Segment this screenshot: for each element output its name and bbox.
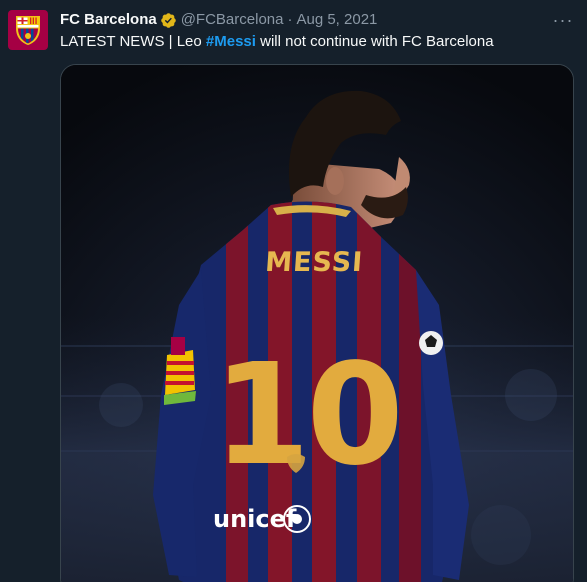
messi-photo: MESSI 10 unicef bbox=[61, 65, 573, 582]
tweet-text: LATEST NEWS | Leo #Messi will not contin… bbox=[60, 32, 567, 52]
jersey-number-text: 10 bbox=[213, 334, 400, 497]
fc-barcelona-crest-icon bbox=[16, 16, 40, 45]
verified-badge-icon[interactable] bbox=[160, 12, 177, 29]
tweet-text-prefix: LATEST NEWS | Leo bbox=[60, 33, 206, 50]
tweet-card[interactable]: FC Barcelona @FCBarcelona · Aug 5, 2021 … bbox=[0, 0, 587, 582]
avatar[interactable] bbox=[8, 10, 48, 50]
jersey-name: MESSI bbox=[264, 247, 364, 278]
separator-dot: · bbox=[287, 11, 293, 28]
author-handle[interactable]: @FCBarcelona bbox=[181, 10, 284, 30]
tweet-header: FC Barcelona @FCBarcelona · Aug 5, 2021 bbox=[60, 10, 547, 30]
tweet-media-image[interactable]: MESSI 10 unicef bbox=[60, 64, 574, 582]
tweet-date[interactable]: Aug 5, 2021 bbox=[296, 10, 377, 30]
hashtag-link[interactable]: #Messi bbox=[206, 33, 256, 50]
author-name[interactable]: FC Barcelona bbox=[60, 10, 157, 30]
jersey-name-text: MESSI bbox=[264, 247, 364, 278]
more-options-icon[interactable]: ··· bbox=[553, 10, 573, 30]
tweet-text-suffix: will not continue with FC Barcelona bbox=[255, 33, 494, 50]
